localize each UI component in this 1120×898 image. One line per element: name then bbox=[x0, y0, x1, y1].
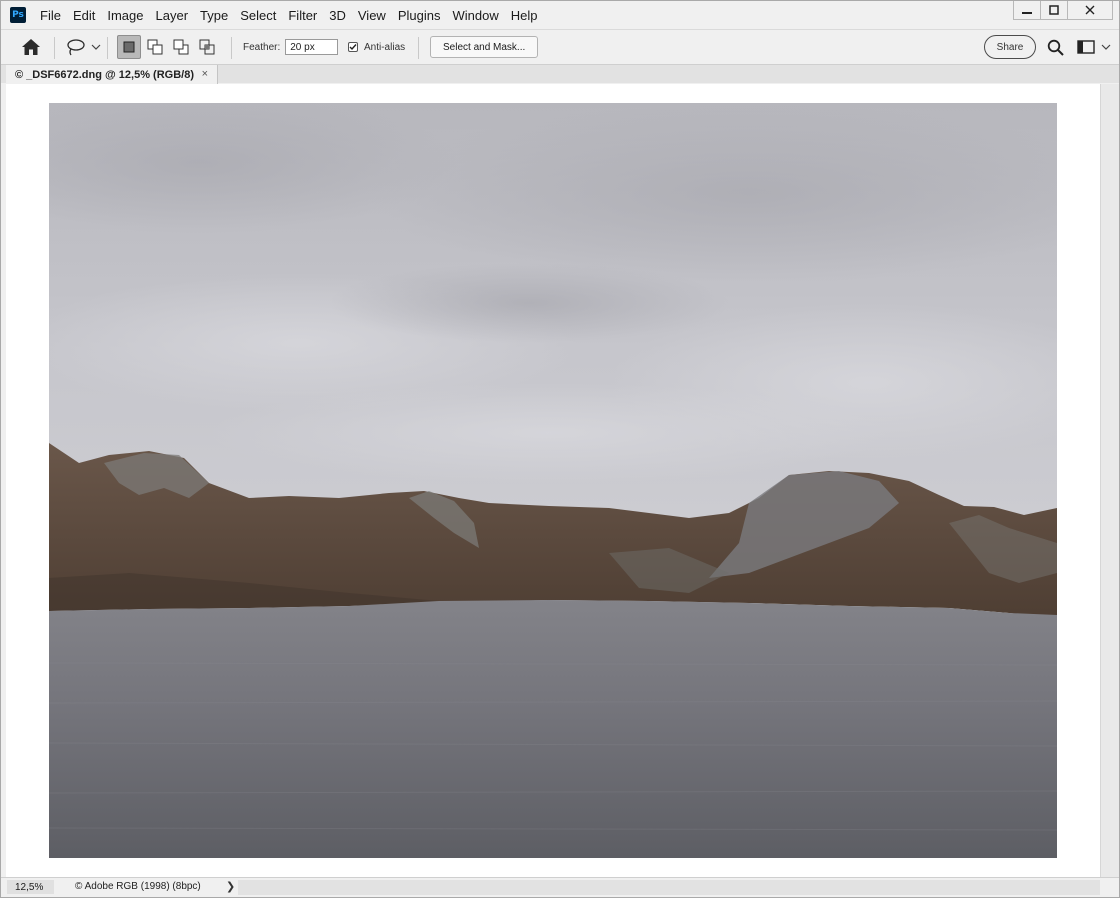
add-to-selection-icon bbox=[147, 39, 163, 55]
menu-window[interactable]: Window bbox=[446, 8, 504, 23]
maximize-icon bbox=[1049, 5, 1059, 15]
menu-help[interactable]: Help bbox=[505, 8, 544, 23]
landscape-photo bbox=[49, 103, 1057, 858]
document-tab-title: © _DSF6672.dng @ 12,5% (RGB/8) bbox=[15, 68, 194, 81]
minimize-icon bbox=[1022, 12, 1032, 14]
menu-file[interactable]: File bbox=[34, 8, 67, 23]
add-to-selection-button[interactable] bbox=[143, 35, 167, 59]
new-selection-button[interactable] bbox=[117, 35, 141, 59]
minimize-button[interactable] bbox=[1013, 1, 1041, 20]
lasso-icon bbox=[67, 39, 85, 56]
tool-preset-picker[interactable] bbox=[65, 30, 101, 64]
new-selection-icon bbox=[123, 41, 135, 53]
zoom-level-field[interactable]: 12,5% bbox=[7, 880, 54, 894]
photoshop-window: Ps File Edit Image Layer Type Select Fil… bbox=[0, 0, 1120, 898]
home-button[interactable] bbox=[21, 30, 41, 64]
intersect-with-selection-button[interactable] bbox=[195, 35, 219, 59]
search-icon bbox=[1047, 39, 1064, 56]
workspace-button[interactable] bbox=[1077, 30, 1111, 64]
close-tab-icon[interactable]: × bbox=[202, 68, 208, 80]
divider bbox=[418, 37, 419, 59]
share-wrap: Share bbox=[984, 30, 1036, 64]
close-button[interactable] bbox=[1067, 1, 1113, 20]
menu-view[interactable]: View bbox=[352, 8, 392, 23]
divider bbox=[231, 37, 232, 59]
document-profile-info: © Adobe RGB (1998) (8bpc) bbox=[75, 881, 201, 892]
document-tab[interactable]: © _DSF6672.dng @ 12,5% (RGB/8) × bbox=[6, 65, 218, 84]
document-tab-bar: © _DSF6672.dng @ 12,5% (RGB/8) × bbox=[1, 64, 1119, 84]
status-bar: 12,5% © Adobe RGB (1998) (8bpc) ❯ bbox=[1, 877, 1119, 897]
horizontal-scrollbar[interactable] bbox=[238, 880, 1100, 895]
selection-mode-group bbox=[117, 30, 219, 64]
menu-3d[interactable]: 3D bbox=[323, 8, 352, 23]
menu-image[interactable]: Image bbox=[101, 8, 149, 23]
checkmark-icon bbox=[349, 44, 357, 51]
divider bbox=[54, 37, 55, 59]
window-controls bbox=[1013, 1, 1113, 21]
menu-select[interactable]: Select bbox=[234, 8, 282, 23]
antialias-label: Anti-alias bbox=[364, 41, 406, 53]
search-button[interactable] bbox=[1047, 30, 1064, 64]
select-and-mask-button[interactable]: Select and Mask... bbox=[430, 36, 539, 58]
menu-bar: Ps File Edit Image Layer Type Select Fil… bbox=[1, 1, 1119, 29]
select-and-mask-wrap: Select and Mask... bbox=[430, 30, 539, 64]
feather-input[interactable] bbox=[285, 39, 339, 55]
chevron-down-icon bbox=[91, 44, 101, 50]
menu-layer[interactable]: Layer bbox=[150, 8, 195, 23]
vertical-scrollbar[interactable] bbox=[1100, 84, 1119, 877]
antialias-control[interactable]: Anti-alias bbox=[348, 30, 405, 64]
document-image[interactable] bbox=[49, 103, 1057, 858]
share-button[interactable]: Share bbox=[984, 35, 1036, 59]
photoshop-logo-icon[interactable]: Ps bbox=[10, 7, 26, 23]
canvas-area[interactable] bbox=[6, 84, 1100, 877]
workspace-icon bbox=[1077, 40, 1095, 54]
menu-edit[interactable]: Edit bbox=[67, 8, 101, 23]
subtract-from-selection-icon bbox=[173, 39, 189, 55]
feather-label: Feather: bbox=[243, 41, 281, 53]
feather-control: Feather: bbox=[243, 30, 339, 64]
menu-plugins[interactable]: Plugins bbox=[392, 8, 447, 23]
status-menu-chevron-icon[interactable]: ❯ bbox=[226, 880, 235, 893]
maximize-button[interactable] bbox=[1040, 1, 1068, 20]
options-bar: Feather: Anti-alias Select and Mask... S… bbox=[1, 29, 1119, 64]
antialias-checkbox[interactable] bbox=[348, 42, 358, 52]
menu-items: File Edit Image Layer Type Select Filter… bbox=[34, 1, 543, 29]
close-icon bbox=[1085, 5, 1095, 15]
chevron-down-icon bbox=[1101, 44, 1111, 50]
divider bbox=[107, 37, 108, 59]
subtract-from-selection-button[interactable] bbox=[169, 35, 193, 59]
menu-filter[interactable]: Filter bbox=[282, 8, 323, 23]
menu-type[interactable]: Type bbox=[194, 8, 234, 23]
intersect-with-selection-icon bbox=[199, 39, 215, 55]
home-icon bbox=[22, 39, 40, 55]
